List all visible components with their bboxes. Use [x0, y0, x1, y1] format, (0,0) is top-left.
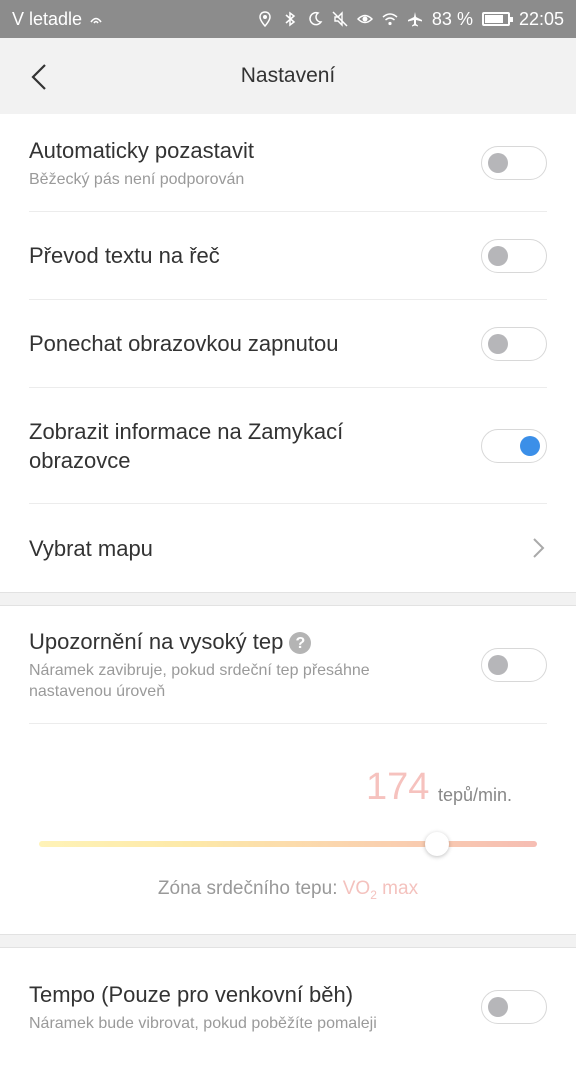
hr-zone-label: Zóna srdečního tepu: — [157, 878, 343, 899]
setting-title: Ponechat obrazovkou zapnutou — [29, 331, 339, 356]
setting-high-heart-rate[interactable]: Upozornění na vysoký tep? Náramek zavibr… — [29, 606, 547, 724]
location-icon — [259, 11, 271, 27]
setting-title: Tempo (Pouze pro venkovní běh) — [29, 982, 354, 1007]
airplane-icon — [407, 12, 422, 27]
auto-pause-toggle[interactable] — [481, 145, 547, 180]
setting-tempo[interactable]: Tempo (Pouze pro venkovní běh) Náramek b… — [29, 948, 547, 1068]
hr-threshold-value: 174 — [366, 766, 430, 808]
chevron-right-icon — [533, 538, 545, 558]
setting-subtitle: Běžecký pás není podporován — [29, 170, 245, 188]
hr-threshold-unit: tepů/min. — [438, 785, 513, 805]
hr-zone-value-tail: max — [376, 878, 419, 899]
bluetooth-icon — [285, 11, 296, 27]
hr-zone-value: VO2 max — [342, 878, 419, 902]
setting-subtitle-line1: Náramek zavibruje, pokud srdeční tep pře… — [29, 662, 370, 679]
status-left: V letadle — [12, 9, 104, 30]
moon-icon — [309, 11, 323, 26]
hr-zone-line: Zóna srdečního tepu: VO2 max — [0, 878, 576, 902]
chevron-left-icon — [31, 64, 46, 90]
keep-screen-on-toggle[interactable] — [481, 326, 547, 361]
tempo-toggle[interactable] — [481, 990, 547, 1024]
back-button[interactable] — [22, 60, 56, 94]
section-divider — [0, 592, 576, 606]
tts-toggle[interactable] — [481, 238, 547, 273]
battery-icon — [481, 12, 513, 26]
hr-alert-title: Upozornění na vysoký tep — [29, 629, 284, 654]
setting-keep-screen-on[interactable]: Ponechat obrazovkou zapnutou — [29, 300, 547, 388]
wifi-icon — [382, 13, 398, 26]
heart-rate-threshold-panel: 174 tepů/min. Zóna srdečního tepu: VO2 m… — [0, 724, 576, 934]
setting-title: Převod textu na řeč — [29, 243, 220, 268]
settings-card-heart-rate: Upozornění na vysoký tep? Náramek zavibr… — [0, 606, 576, 934]
setting-auto-pause[interactable]: Automaticky pozastavit Běžecký pás není … — [29, 114, 547, 212]
lock-screen-info-toggle[interactable] — [481, 428, 547, 463]
section-divider — [0, 934, 576, 948]
setting-title-line2: obrazovce — [29, 447, 131, 473]
setting-title: Vybrat mapu — [29, 535, 153, 561]
settings-card-tempo: Tempo (Pouze pro venkovní běh) Náramek b… — [0, 948, 576, 1068]
high-heart-rate-toggle[interactable] — [481, 647, 547, 682]
hr-slider-thumb[interactable] — [425, 832, 450, 856]
setting-title: Upozornění na vysoký tep? — [29, 627, 370, 656]
setting-choose-map[interactable]: Vybrat mapu — [29, 504, 547, 592]
wifi-calling-icon — [90, 17, 102, 24]
setting-lock-screen-info[interactable]: Zobrazit informace na Zamykací obrazovce — [29, 388, 547, 504]
page-title: Nastavení — [240, 64, 336, 87]
airplane-mode-label: V letadle — [12, 8, 83, 29]
mute-icon — [332, 11, 348, 27]
hr-zone-value-sub: 2 — [370, 887, 377, 902]
status-bar: V letadle 83 % 22:05 — [0, 0, 576, 38]
settings-card-general: Automaticky pozastavit Běžecký pás není … — [0, 114, 576, 592]
hr-zone-value-main: VO — [342, 878, 371, 899]
battery-percent: 83 % — [431, 8, 473, 29]
setting-subtitle-line2: nastavenou úroveň — [29, 683, 166, 700]
eye-icon — [356, 14, 373, 24]
setting-title: Automaticky pozastavit — [29, 137, 254, 163]
header: Nastavení — [0, 38, 576, 114]
status-right: 83 % 22:05 — [257, 9, 564, 30]
setting-text-to-speech[interactable]: Převod textu na řeč — [29, 212, 547, 300]
setting-title-line1: Zobrazit informace na Zamykací — [29, 418, 344, 444]
clock: 22:05 — [518, 8, 564, 29]
help-icon[interactable]: ? — [289, 632, 312, 655]
hr-slider-track[interactable] — [39, 841, 537, 847]
